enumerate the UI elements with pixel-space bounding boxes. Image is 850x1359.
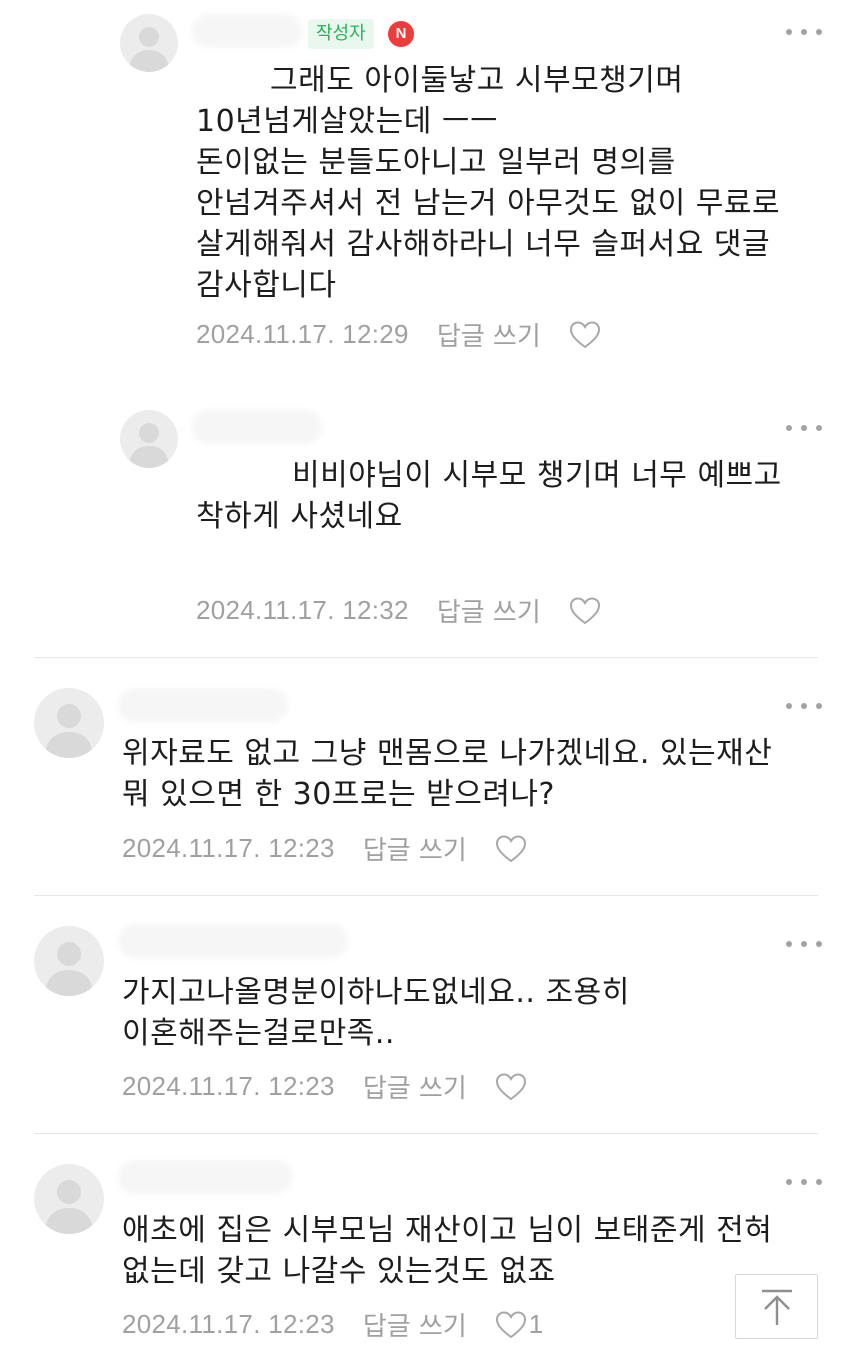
default-avatar-icon[interactable] [34,926,104,996]
scroll-to-top-button[interactable] [735,1274,818,1339]
reply-button[interactable]: 답글 쓰기 [437,592,541,629]
comment-divider [34,1133,818,1134]
comment-meta: 2024.11.17. 12:23 답글 쓰기 [122,1068,527,1105]
comment-date: 2024.11.17. 12:23 [122,1071,335,1101]
default-avatar-icon[interactable] [120,410,178,468]
heart-outline-icon [569,320,600,348]
comment-text: 비비야님이 시부모 챙기며 너무 예쁘고 착하게 사셨네요 [196,458,782,534]
more-options-icon[interactable] [786,22,822,42]
comment-meta: 2024.11.17. 12:23 답글 쓰기 1 [122,1306,543,1343]
reply-button[interactable]: 답글 쓰기 [363,830,467,867]
heart-outline-icon [495,834,526,862]
author-name-blurred [192,14,302,48]
comment-date: 2024.11.17. 12:23 [122,1309,335,1339]
author-name-blurred [118,924,348,958]
comment-text: 가지고나올명분이하나도없네요.. 조용히 이혼해주는걸로만족.. [122,975,630,1051]
author-badge: 작성자 [308,19,374,49]
author-name-blurred [192,410,322,444]
comment-date: 2024.11.17. 12:23 [122,833,335,863]
comment-date: 2024.11.17. 12:29 [196,319,409,349]
like-count: 1 [528,1309,544,1339]
reply-button[interactable]: 답글 쓰기 [437,316,541,353]
reply-button[interactable]: 답글 쓰기 [363,1068,467,1105]
heart-outline-icon [495,1072,526,1100]
like-button[interactable] [569,320,601,350]
comment-text: 애초에 집은 시부모님 재산이고 님이 보태준게 전혀 없는데 갖고 나갈수 있… [122,1213,773,1289]
comment-divider [34,895,818,896]
comment-divider [34,657,818,658]
default-avatar-icon[interactable] [120,14,178,72]
comment-text: 그래도 아이둘낳고 시부모챙기며 10년넘게살았는데 ㅡㅡ 돈이없는 분들도아니… [196,63,781,303]
more-options-icon[interactable] [786,696,822,716]
comment-meta: 2024.11.17. 12:32 답글 쓰기 [196,592,601,629]
new-badge: N [388,21,414,47]
like-button[interactable]: 1 [495,1309,543,1340]
like-button[interactable] [495,834,527,864]
author-name-blurred [118,1160,293,1194]
default-avatar-icon[interactable] [34,688,104,758]
more-options-icon[interactable] [786,418,822,438]
reply-button[interactable]: 답글 쓰기 [363,1306,467,1343]
like-button[interactable] [569,596,601,626]
comment-text: 위자료도 없고 그냥 맨몸으로 나가겠네요. 있는재산 뭐 있으면 한 30프로… [122,736,773,812]
more-options-icon[interactable] [786,1172,822,1192]
author-name-blurred [118,688,288,722]
like-button[interactable] [495,1072,527,1102]
arrow-up-to-top-icon [761,1289,792,1325]
comment-date: 2024.11.17. 12:32 [196,595,409,625]
comment-meta: 2024.11.17. 12:23 답글 쓰기 [122,830,527,867]
heart-outline-icon [569,596,600,624]
default-avatar-icon[interactable] [34,1164,104,1234]
comment-meta: 2024.11.17. 12:29 답글 쓰기 [196,316,601,353]
heart-outline-icon [495,1310,526,1338]
more-options-icon[interactable] [786,934,822,954]
